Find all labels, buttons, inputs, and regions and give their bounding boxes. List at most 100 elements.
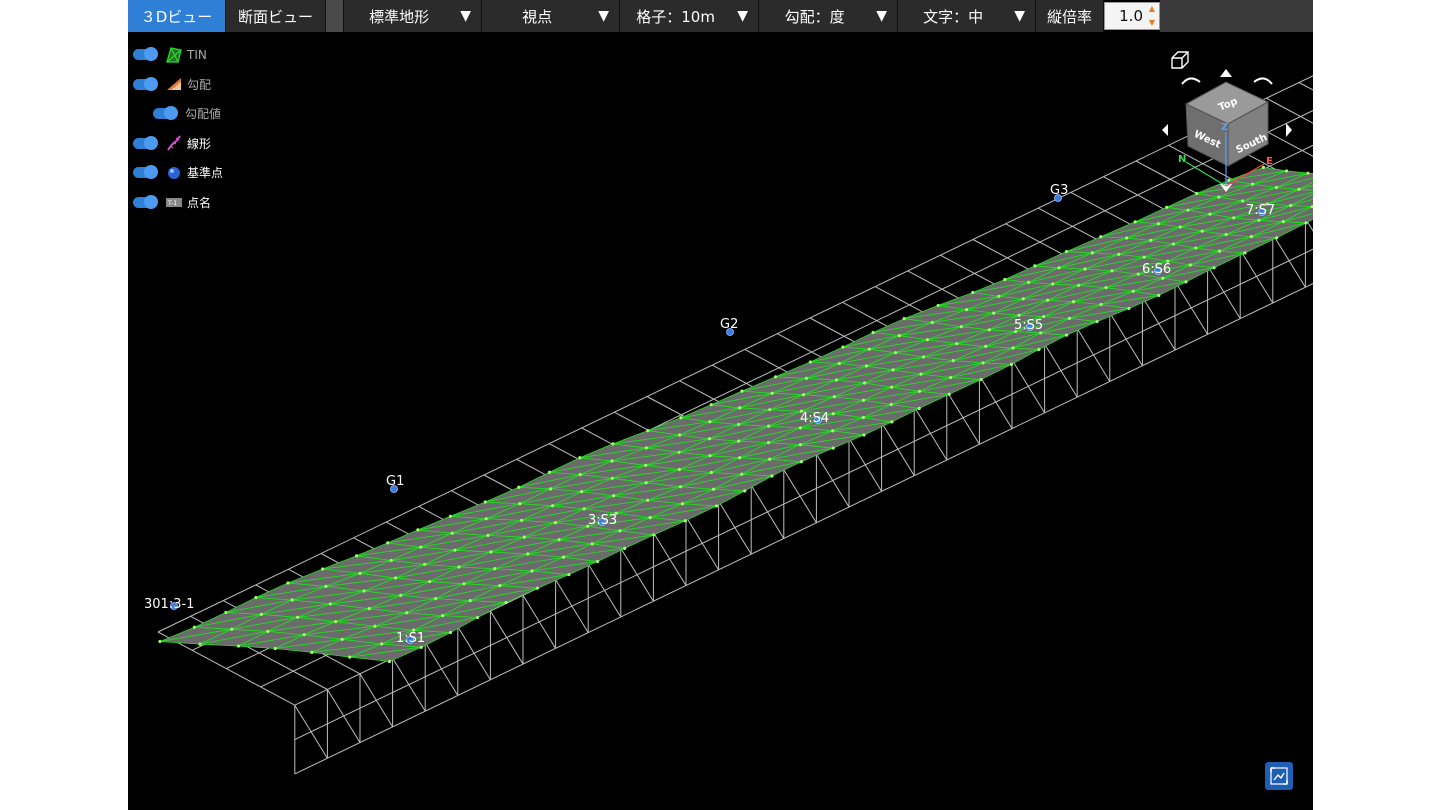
tin-surface [158, 165, 1313, 664]
grid-line [1207, 265, 1241, 319]
viewpoint-select-label: 視点 [522, 7, 553, 26]
rotate-cw-icon[interactable] [1253, 77, 1273, 85]
3d-scene[interactable]: 301:3-11:S1G13:S34:S4G2 5:S56:S6G37:S7 To… [128, 0, 1313, 810]
layer-toggle[interactable] [153, 106, 178, 121]
tin-vertex [547, 470, 552, 474]
layer-tin[interactable]: TIN [133, 40, 223, 70]
vertical-scale-input[interactable]: 1.0 ▲ ▼ [1104, 2, 1160, 30]
tin-vertex [1064, 249, 1069, 254]
tin-vertex [740, 389, 744, 393]
tin-vertex [677, 467, 681, 472]
tin-vertex [736, 439, 741, 443]
tin-vertex [1274, 185, 1279, 190]
tin-vertex [951, 359, 955, 363]
viewpoint-select[interactable]: 視点 ▼ [482, 0, 620, 32]
fit-view-button[interactable] [1265, 762, 1293, 790]
grid-line [157, 75, 1313, 633]
tin-vertex [955, 342, 959, 346]
layer-toggle[interactable] [133, 135, 158, 150]
tin-vertex [890, 420, 894, 424]
tin-vertex [389, 558, 393, 563]
tin-vertex [550, 504, 555, 508]
tin-vertex [192, 625, 196, 629]
tin-vertex [610, 476, 614, 480]
tin-vertex [736, 422, 741, 427]
grid-line [294, 704, 328, 759]
grid-line [1011, 359, 1046, 414]
tin-vertex [596, 559, 600, 564]
tin-vertex [919, 372, 923, 376]
tin-vertex [1241, 199, 1245, 203]
chevron-down-icon: ▼ [737, 8, 748, 24]
tin-vertex [358, 571, 362, 575]
rotate-right-arrow-icon[interactable] [1286, 123, 1292, 137]
tin-vertex [743, 489, 747, 493]
tin-vertex [324, 584, 328, 589]
tin-vertex [1099, 302, 1103, 307]
grid-line [326, 689, 361, 743]
slope-unit-select-label: 勾配：度 [784, 7, 845, 26]
rotate-ccw-icon[interactable] [1181, 77, 1201, 85]
grid-line [1304, 218, 1313, 232]
tin-vertex [917, 389, 922, 393]
grid-select[interactable]: 格子：10m ▼ [620, 0, 759, 32]
tin-vertex [561, 555, 566, 559]
tin-vertex [768, 408, 772, 412]
tin-vertex [526, 552, 530, 556]
tab-section-view[interactable]: 断面ビュー [226, 0, 326, 32]
layer-toggle[interactable] [133, 194, 158, 209]
tin-vertex [393, 576, 398, 580]
tin-vertex [310, 650, 314, 654]
tin-vertex [1289, 203, 1293, 208]
layer-label: TIN [187, 47, 207, 62]
rotate-left-arrow-icon[interactable] [1162, 124, 1168, 136]
tin-vertex [773, 375, 778, 379]
spinner-icon[interactable]: ▲ ▼ [1146, 4, 1158, 28]
tin-vertex [1217, 249, 1222, 253]
tin-vertex [453, 548, 457, 552]
grid-line [392, 657, 426, 712]
tin-vertex [493, 567, 497, 571]
tin-vertex [644, 446, 648, 450]
tin-vertex [611, 442, 615, 446]
layer-point-names[interactable]: T-1 点名 [133, 188, 223, 218]
grid-line [685, 516, 720, 571]
tin-vertex [1284, 169, 1289, 173]
tin-vertex [1037, 347, 1041, 352]
rotate-up-arrow-icon[interactable] [1220, 69, 1232, 77]
layer-control-points[interactable]: 基準点 [133, 158, 223, 188]
home-view-icon[interactable] [1171, 51, 1189, 69]
tin-vertex [644, 481, 648, 485]
vertical-scale-label-text: 縦倍率 [1046, 7, 1092, 26]
tin-vertex [997, 294, 1001, 298]
text-size-select[interactable]: 文字：中 ▼ [898, 0, 1036, 32]
tin-vertex [861, 398, 866, 402]
layer-toggle[interactable] [133, 165, 158, 180]
tin-vertex [1257, 218, 1261, 222]
toolbar-separator [326, 0, 344, 32]
tin-vertex [992, 311, 996, 315]
tin-vertex [891, 368, 895, 372]
layer-alignment[interactable]: 線形 [133, 129, 223, 159]
slope-icon [165, 75, 183, 93]
tin-vertex [1250, 182, 1255, 186]
axis-n-label: N [1178, 154, 1186, 165]
layer-toggle[interactable] [133, 47, 158, 62]
text-size-select-label: 文字：中 [923, 7, 984, 26]
terrain-select[interactable]: 標準地形 ▼ [344, 0, 482, 32]
tin-vertex [1232, 216, 1236, 220]
tin-vertex [399, 593, 403, 597]
tin-vertex [590, 542, 594, 546]
tin-vertex [548, 487, 553, 491]
tin-vertex [448, 514, 453, 518]
tin-vertex [1243, 251, 1247, 255]
point-label: 7:S7 [1246, 203, 1275, 218]
layer-toggle[interactable] [133, 76, 158, 91]
slope-unit-select[interactable]: 勾配：度 ▼ [759, 0, 898, 32]
layer-slope-value[interactable]: 勾配値 [133, 99, 223, 129]
tab-3d-view[interactable]: ３Dビュー [128, 0, 226, 32]
tin-vertex [770, 391, 774, 395]
tin-vertex [711, 487, 716, 491]
layer-slope[interactable]: 勾配 [133, 70, 223, 100]
layer-label: 基準点 [187, 166, 224, 181]
